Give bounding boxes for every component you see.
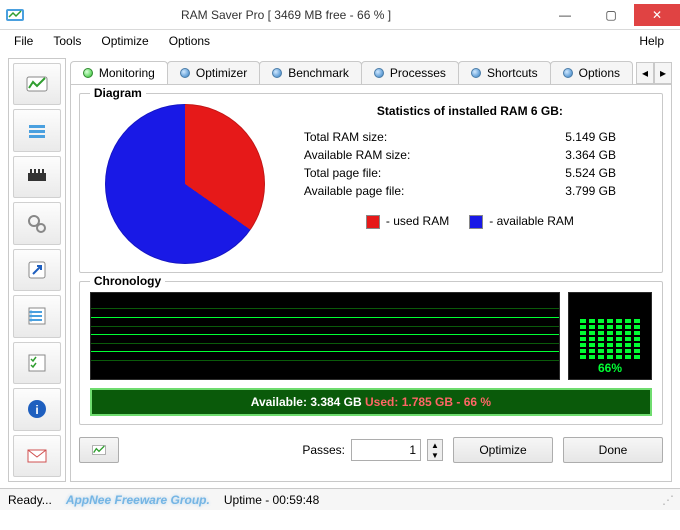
stat-value: 5.524 GB: [565, 166, 616, 180]
sidebar-item-benchmark[interactable]: [13, 156, 61, 198]
bottom-controls: Passes: ▲▼ Optimize Done: [79, 437, 663, 463]
diagram-group: Diagram Statistics of installed RAM 6 GB…: [79, 93, 663, 273]
passes-label: Passes:: [302, 443, 345, 457]
sidebar-item-options[interactable]: [13, 295, 61, 337]
sidebar-item-mail[interactable]: [13, 435, 61, 477]
tab-label: Benchmark: [288, 66, 349, 80]
menu-tools[interactable]: Tools: [45, 32, 89, 50]
meter-percent: 66%: [598, 361, 622, 375]
sidebar-item-optimizer[interactable]: [13, 109, 61, 151]
sidebar-item-tasks[interactable]: [13, 342, 61, 384]
stat-label: Available RAM size:: [304, 148, 411, 162]
resize-grip-icon[interactable]: ⋰: [662, 493, 672, 507]
done-button[interactable]: Done: [563, 437, 663, 463]
svg-text:i: i: [35, 403, 38, 417]
tab-optimizer[interactable]: Optimizer: [167, 61, 260, 84]
tab-processes[interactable]: Processes: [361, 61, 459, 84]
meter-bars: [580, 299, 640, 359]
availability-bar: Available: 3.384 GB Used: 1.785 GB - 66 …: [90, 388, 652, 416]
stat-label: Available page file:: [304, 184, 405, 198]
watermark-text: AppNee Freeware Group.: [66, 493, 210, 507]
tab-content: Diagram Statistics of installed RAM 6 GB…: [70, 84, 672, 482]
window-title: RAM Saver Pro [ 3469 MB free - 66 % ]: [30, 8, 542, 22]
stat-row: Total page file: 5.524 GB: [294, 164, 646, 182]
pie-chart-wrap: [90, 104, 280, 264]
legend-label: - used RAM: [386, 214, 449, 228]
tab-label: Processes: [390, 66, 446, 80]
sidebar-item-processes[interactable]: [13, 202, 61, 244]
legend-label: - available RAM: [489, 214, 574, 228]
optimize-button[interactable]: Optimize: [453, 437, 553, 463]
diagram-legend: Diagram: [90, 86, 146, 100]
menu-optimize[interactable]: Optimize: [93, 32, 156, 50]
tab-active-icon: [83, 68, 93, 78]
stats-block: Statistics of installed RAM 6 GB: Total …: [288, 104, 652, 264]
stats-title: Statistics of installed RAM 6 GB:: [294, 104, 646, 118]
tab-label: Monitoring: [99, 66, 155, 80]
stat-row: Available page file: 3.799 GB: [294, 182, 646, 200]
tab-monitoring[interactable]: Monitoring: [70, 61, 168, 84]
sidebar: i: [8, 58, 66, 482]
tab-benchmark[interactable]: Benchmark: [259, 61, 362, 84]
menu-file[interactable]: File: [6, 32, 41, 50]
tab-shortcuts[interactable]: Shortcuts: [458, 61, 551, 84]
ram-pie-chart: [105, 104, 265, 264]
stat-label: Total page file:: [304, 166, 381, 180]
chronology-group: Chronology: [79, 281, 663, 425]
spinner-up-icon[interactable]: ▲: [428, 440, 442, 450]
legend-used: - used RAM: [366, 214, 449, 229]
availability-text: Available: 3.384 GB Used: 1.785 GB - 66 …: [251, 395, 491, 409]
main-panel: Monitoring Optimizer Benchmark Processes…: [70, 58, 672, 482]
tab-scroll-left[interactable]: ◂: [636, 62, 654, 84]
status-ready: Ready...: [8, 493, 52, 507]
ram-meter: 66%: [568, 292, 652, 380]
sidebar-item-shortcuts[interactable]: [13, 249, 61, 291]
pie-legend: - used RAM - available RAM: [294, 214, 646, 229]
tab-icon: [374, 68, 384, 78]
menu-help[interactable]: Help: [631, 32, 674, 50]
stat-value: 5.149 GB: [565, 130, 616, 144]
sidebar-item-info[interactable]: i: [13, 388, 61, 430]
statusbar: Ready... AppNee Freeware Group. Uptime -…: [0, 488, 680, 510]
spinner-down-icon[interactable]: ▼: [428, 450, 442, 460]
maximize-button[interactable]: ▢: [588, 4, 634, 26]
stat-row: Available RAM size: 3.364 GB: [294, 146, 646, 164]
stat-value: 3.799 GB: [565, 184, 616, 198]
close-button[interactable]: ✕: [634, 4, 680, 26]
used-swatch-icon: [366, 215, 380, 229]
tab-label: Optimizer: [196, 66, 247, 80]
tab-scroll-right[interactable]: ▸: [654, 62, 672, 84]
tab-icon: [272, 68, 282, 78]
tab-icon: [180, 68, 190, 78]
tab-icon: [563, 68, 573, 78]
passes-input[interactable]: [351, 439, 421, 461]
status-uptime: Uptime - 00:59:48: [224, 493, 319, 507]
sidebar-item-monitoring[interactable]: [13, 63, 61, 105]
stat-row: Total RAM size: 5.149 GB: [294, 128, 646, 146]
stat-label: Total RAM size:: [304, 130, 387, 144]
menubar: File Tools Optimize Options Help: [0, 30, 680, 52]
avail-swatch-icon: [469, 215, 483, 229]
stat-value: 3.364 GB: [565, 148, 616, 162]
app-icon: [0, 3, 30, 27]
titlebar: RAM Saver Pro [ 3469 MB free - 66 % ] — …: [0, 0, 680, 30]
passes-spinner[interactable]: ▲▼: [427, 439, 443, 461]
legend-available: - available RAM: [469, 214, 574, 229]
tab-options[interactable]: Options: [550, 61, 633, 84]
chronology-graph: [90, 292, 560, 380]
tabstrip: Monitoring Optimizer Benchmark Processes…: [70, 58, 672, 84]
tab-label: Shortcuts: [487, 66, 538, 80]
tab-icon: [471, 68, 481, 78]
minimize-button[interactable]: —: [542, 4, 588, 26]
tab-label: Options: [579, 66, 620, 80]
menu-options[interactable]: Options: [161, 32, 218, 50]
monitor-mini-button[interactable]: [79, 437, 119, 463]
chronology-legend: Chronology: [90, 274, 165, 288]
